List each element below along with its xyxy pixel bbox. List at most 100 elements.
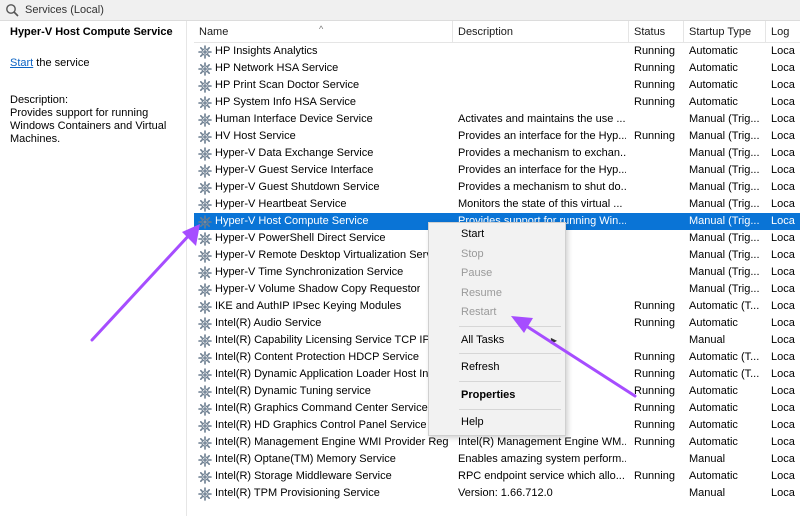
service-log-on-cell: Loca — [771, 436, 795, 448]
service-name-cell: Intel(R) Dynamic Tuning service — [198, 383, 449, 400]
menu-item-restart: Restart — [461, 306, 497, 318]
service-description-cell — [458, 43, 626, 60]
service-log-on-cell: Loca — [771, 334, 795, 346]
service-status-cell — [634, 451, 682, 468]
service-name: Hyper-V Host Compute Service — [215, 215, 369, 227]
gear-icon — [198, 231, 212, 246]
table-row[interactable]: Hyper-V Data Exchange Service Provides a … — [194, 145, 800, 162]
gear-icon — [198, 435, 212, 450]
service-startup-type-cell: Automatic (T... — [689, 368, 760, 380]
menu-item-refresh[interactable]: Refresh — [429, 358, 565, 377]
menu-item-properties[interactable]: Properties — [429, 386, 565, 405]
description-label: Description: — [10, 94, 69, 106]
service-name: Intel(R) Content Protection HDCP Service — [215, 351, 419, 363]
service-status-cell: Running — [634, 470, 675, 482]
gear-icon — [198, 469, 212, 484]
table-row[interactable]: Intel(R) Optane(TM) Memory Service Enable… — [194, 451, 800, 468]
service-name-cell: Hyper-V Volume Shadow Copy Requestor — [198, 281, 449, 298]
start-service-link[interactable]: Start — [10, 57, 33, 69]
service-startup-type-cell: Automatic (T... — [689, 300, 760, 312]
service-name: Intel(R) Storage Middleware Service — [215, 470, 392, 482]
gear-icon — [198, 316, 212, 331]
menu-item-start[interactable]: Start — [429, 225, 565, 244]
service-startup-type-cell: Automatic — [689, 79, 738, 91]
table-row[interactable]: Intel(R) Management Engine WMI Provider … — [194, 434, 800, 451]
service-log-on-cell: Loca — [771, 45, 795, 57]
table-row[interactable]: Hyper-V Guest Service Interface Provides … — [194, 162, 800, 179]
service-name-cell: HP Insights Analytics — [198, 43, 449, 60]
service-name-cell: Intel(R) HD Graphics Control Panel Servi… — [198, 417, 449, 434]
service-name-cell: Hyper-V Guest Service Interface — [198, 162, 449, 179]
service-startup-type-cell: Manual (Trig... — [689, 164, 760, 176]
service-status-cell: Running — [634, 79, 675, 91]
service-description-cell: Enables amazing system perform... — [458, 453, 626, 465]
service-startup-type-cell: Manual (Trig... — [689, 266, 760, 278]
service-status-cell: Running — [634, 402, 675, 414]
service-name: Human Interface Device Service — [215, 113, 373, 125]
service-log-on-cell: Loca — [771, 164, 795, 176]
service-name: Hyper-V Heartbeat Service — [215, 198, 347, 210]
menu-item-all-tasks[interactable]: All Tasks ▶ — [429, 331, 565, 350]
table-row[interactable]: HP Insights Analytics Running Automatic Loc… — [194, 43, 800, 60]
column-header-startup-type[interactable]: Startup Type — [684, 21, 766, 43]
table-row[interactable]: HP Print Scan Doctor Service Running Autom… — [194, 77, 800, 94]
service-name: Intel(R) Dynamic Application Loader Host… — [215, 368, 449, 380]
column-header-status[interactable]: Status — [629, 21, 684, 43]
table-row[interactable]: Hyper-V Guest Shutdown Service Provides a… — [194, 179, 800, 196]
column-header-name[interactable]: Name ^ — [194, 21, 453, 43]
service-status-cell — [634, 281, 682, 298]
menu-item-help[interactable]: Help — [429, 413, 565, 432]
service-startup-type-cell: Automatic — [689, 317, 738, 329]
service-description-cell: Provides a mechanism to exchan... — [458, 147, 626, 159]
service-name-cell: Intel(R) Audio Service — [198, 315, 449, 332]
table-row[interactable]: Intel(R) TPM Provisioning Service Version… — [194, 485, 800, 502]
service-status-cell: Running — [634, 62, 675, 74]
service-log-on-cell: Loca — [771, 130, 795, 142]
service-status-cell: Running — [634, 351, 675, 363]
chevron-right-icon: ▶ — [550, 336, 557, 345]
service-name: HP System Info HSA Service — [215, 96, 357, 108]
service-detail-pane: Hyper-V Host Compute Service Start the s… — [0, 21, 187, 516]
service-name: Intel(R) Optane(TM) Memory Service — [215, 453, 396, 465]
service-startup-type-cell: Automatic — [689, 436, 738, 448]
service-startup-type-cell: Manual — [689, 487, 726, 499]
table-row[interactable]: Human Interface Device Service Activates … — [194, 111, 800, 128]
service-name: Intel(R) Dynamic Tuning service — [215, 385, 371, 397]
service-description-cell: Provides a mechanism to shut do... — [458, 181, 626, 193]
service-name-cell: Hyper-V Data Exchange Service — [198, 145, 449, 162]
service-log-on-cell: Loca — [771, 470, 795, 482]
service-name: IKE and AuthIP IPsec Keying Modules — [215, 300, 402, 312]
menu-item-stop: Stop — [461, 248, 484, 260]
gear-icon — [198, 282, 212, 297]
start-service-suffix: the service — [33, 57, 90, 69]
service-status-cell: Running — [634, 385, 675, 397]
services-icon — [4, 2, 20, 18]
service-status-cell: Running — [634, 419, 675, 431]
service-name: Intel(R) Graphics Command Center Service — [215, 402, 428, 414]
service-startup-type-cell: Automatic — [689, 96, 738, 108]
column-header-description[interactable]: Description — [453, 21, 629, 43]
service-name-cell: Intel(R) Storage Middleware Service — [198, 468, 449, 485]
service-name: Hyper-V Guest Shutdown Service — [215, 181, 380, 193]
gear-icon — [198, 384, 212, 399]
gear-icon — [198, 333, 212, 348]
service-name-cell: Hyper-V Host Compute Service — [198, 213, 449, 230]
service-log-on-cell: Loca — [771, 147, 795, 159]
column-header-log-on[interactable]: Log — [766, 21, 800, 43]
table-row[interactable]: HP Network HSA Service Running Automatic Lo… — [194, 60, 800, 77]
table-row[interactable]: HP System Info HSA Service Running Automat… — [194, 94, 800, 111]
gear-icon — [198, 197, 212, 212]
table-row[interactable]: Intel(R) Storage Middleware Service RPC e… — [194, 468, 800, 485]
context-menu: Start Stop Pause Resume Restart All Task… — [428, 222, 566, 436]
service-log-on-cell: Loca — [771, 181, 795, 193]
start-service-line: Start the service — [10, 57, 176, 69]
service-status-cell: Running — [634, 317, 675, 329]
service-name: HV Host Service — [215, 130, 296, 142]
service-startup-type-cell: Automatic (T... — [689, 351, 760, 363]
service-description-cell — [458, 60, 626, 77]
table-row[interactable]: Hyper-V Heartbeat Service Monitors the st… — [194, 196, 800, 213]
service-startup-type-cell: Manual — [689, 453, 726, 465]
service-startup-type-cell: Manual (Trig... — [689, 215, 760, 227]
service-startup-type-cell: Automatic — [689, 470, 738, 482]
table-row[interactable]: HV Host Service Provides an interface for… — [194, 128, 800, 145]
